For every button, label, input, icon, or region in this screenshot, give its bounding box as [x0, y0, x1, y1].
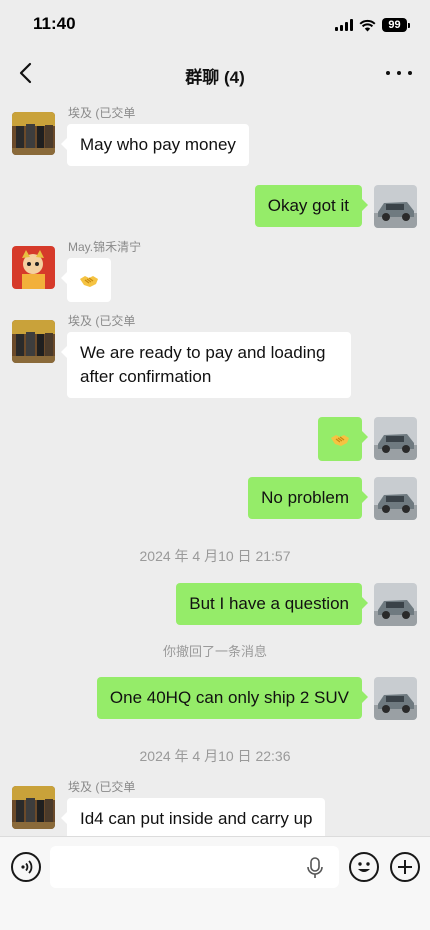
- sender-name: 埃及 (已交单: [68, 314, 136, 328]
- chat-history[interactable]: 埃及 (已交单 May who pay money Okay got it Ma…: [0, 96, 430, 836]
- message-bubble[interactable]: [318, 417, 368, 461]
- sender-name: 埃及 (已交单: [68, 780, 136, 794]
- message-bubble[interactable]: Id4 can put inside and carry up: [60, 798, 326, 836]
- handshake-emoji: [331, 434, 349, 446]
- avatar[interactable]: [374, 185, 417, 228]
- avatar[interactable]: [374, 583, 417, 626]
- status-time: 11:40: [33, 14, 76, 33]
- battery-level: 99: [382, 18, 407, 32]
- nav-bar: 群聊 (4): [0, 50, 430, 96]
- message-input[interactable]: [50, 846, 339, 888]
- avatar[interactable]: [374, 477, 417, 520]
- handshake-emoji: [80, 275, 98, 287]
- plus-icon[interactable]: [390, 852, 420, 882]
- message-bubble[interactable]: Okay got it: [254, 185, 369, 227]
- emoji-icon[interactable]: [349, 852, 379, 882]
- sender-name: 埃及 (已交单: [68, 106, 136, 120]
- sender-name: May.锦禾清宁: [68, 240, 142, 254]
- avatar[interactable]: [12, 246, 55, 289]
- more-dots-icon[interactable]: [386, 62, 412, 84]
- message-bubble[interactable]: One 40HQ can only ship 2 SUV: [96, 677, 369, 719]
- avatar[interactable]: [374, 417, 417, 460]
- mic-icon[interactable]: [306, 857, 324, 879]
- message-bubble[interactable]: [61, 258, 111, 302]
- voice-icon[interactable]: [11, 852, 41, 882]
- battery-icon: 99: [382, 18, 410, 32]
- recall-notice: 你撤回了一条消息: [162, 644, 267, 659]
- message-bubble[interactable]: No problem: [248, 477, 368, 519]
- status-icons: 99: [335, 17, 410, 33]
- signal-icon: [335, 19, 353, 31]
- timestamp: 2024 年 4 月10 日 22:36: [139, 748, 291, 764]
- chat-title: 群聊 (4): [185, 68, 245, 87]
- avatar[interactable]: [12, 786, 55, 829]
- message-bubble[interactable]: But I have a question: [176, 583, 368, 625]
- input-bar: [0, 836, 430, 930]
- wifi-icon: [359, 19, 376, 31]
- avatar[interactable]: [12, 112, 55, 155]
- avatar[interactable]: [374, 677, 417, 720]
- message-bubble[interactable]: May who pay money: [61, 124, 249, 166]
- avatar[interactable]: [12, 320, 55, 363]
- message-bubble[interactable]: We are ready to pay and loading after co…: [61, 332, 351, 398]
- timestamp: 2024 年 4 月10 日 21:57: [139, 548, 291, 564]
- status-bar: 11:40 99: [0, 0, 430, 50]
